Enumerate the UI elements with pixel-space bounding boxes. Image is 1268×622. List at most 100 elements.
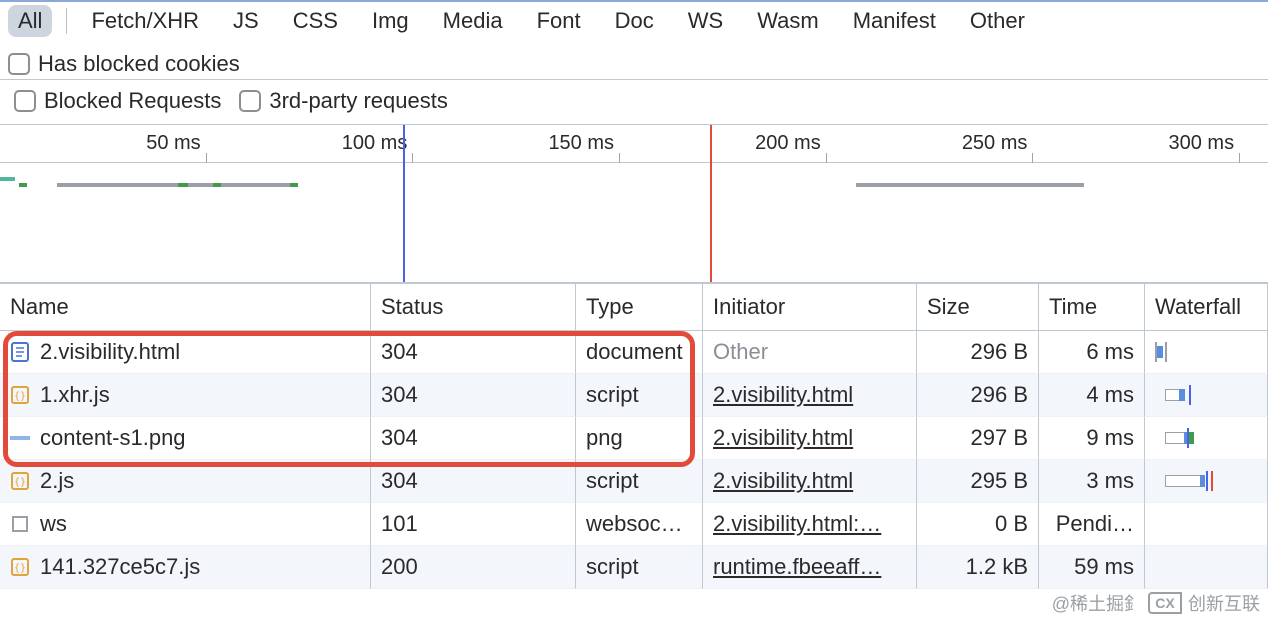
cell-time[interactable]: Pendi…	[1039, 503, 1145, 546]
watermark-left: @稀土掘釒	[1052, 590, 1142, 616]
tick-label: 200 ms	[755, 132, 821, 155]
tick-label: 100 ms	[342, 132, 408, 155]
cell-waterfall[interactable]	[1145, 546, 1268, 589]
col-header-initiator[interactable]: Initiator	[703, 283, 917, 331]
cell-time[interactable]: 3 ms	[1039, 460, 1145, 503]
cell-type[interactable]: script	[576, 460, 703, 503]
cell-status[interactable]: 200	[371, 546, 576, 589]
cell-initiator[interactable]: Other	[703, 331, 917, 374]
cell-type[interactable]: script	[576, 546, 703, 589]
cell-size[interactable]: 296 B	[917, 374, 1039, 417]
checkbox-icon	[14, 90, 36, 112]
cell-size[interactable]: 297 B	[917, 417, 1039, 460]
cell-waterfall[interactable]	[1145, 503, 1268, 546]
cell-name[interactable]: {} 2.js	[0, 460, 371, 503]
col-header-time[interactable]: Time	[1039, 283, 1145, 331]
cell-size[interactable]: 1.2 kB	[917, 546, 1039, 589]
col-header-type[interactable]: Type	[576, 283, 703, 331]
script-icon: {}	[10, 556, 30, 578]
cell-size[interactable]: 295 B	[917, 460, 1039, 503]
cell-name[interactable]: {} 1.xhr.js	[0, 374, 371, 417]
cell-waterfall[interactable]	[1145, 374, 1268, 417]
cell-status[interactable]: 304	[371, 417, 576, 460]
initiator-link[interactable]: 2.visibility.html	[713, 468, 853, 494]
timeline-bars	[0, 163, 1268, 283]
cell-initiator[interactable]: 2.visibility.html:…	[703, 503, 917, 546]
network-table-container: Name Status Type Initiator Size Time Wat…	[0, 283, 1268, 589]
watermark-brand: 创新互联	[1188, 590, 1260, 616]
filter-type-ws[interactable]: WS	[678, 5, 733, 37]
filter-type-fetchxhr[interactable]: Fetch/XHR	[81, 5, 209, 37]
cell-initiator[interactable]: 2.visibility.html	[703, 374, 917, 417]
col-header-size[interactable]: Size	[917, 283, 1039, 331]
has-blocked-cookies-checkbox[interactable]: Has blocked cookies	[8, 51, 240, 77]
filter-type-font[interactable]: Font	[527, 5, 591, 37]
col-header-name[interactable]: Name	[0, 283, 371, 331]
cell-waterfall[interactable]	[1145, 331, 1268, 374]
cell-status[interactable]: 304	[371, 460, 576, 503]
svg-text:{}: {}	[14, 563, 26, 574]
cell-type[interactable]: websoc…	[576, 503, 703, 546]
document-icon	[10, 341, 30, 363]
cell-initiator[interactable]: runtime.fbeeaff…	[703, 546, 917, 589]
cell-size[interactable]: 296 B	[917, 331, 1039, 374]
cell-type[interactable]: document	[576, 331, 703, 374]
cell-waterfall[interactable]	[1145, 460, 1268, 503]
cell-status[interactable]: 304	[371, 331, 576, 374]
generic-icon	[10, 513, 30, 535]
cell-status[interactable]: 304	[371, 374, 576, 417]
cell-name[interactable]: ws	[0, 503, 371, 546]
cell-status[interactable]: 101	[371, 503, 576, 546]
cell-time[interactable]: 4 ms	[1039, 374, 1145, 417]
third-party-label: 3rd-party requests	[269, 88, 448, 114]
filter-type-other[interactable]: Other	[960, 5, 1035, 37]
watermark: @稀土掘釒 CX 创新互联	[1052, 590, 1260, 616]
cell-name[interactable]: 2.visibility.html	[0, 331, 371, 374]
has-blocked-cookies-label: Has blocked cookies	[38, 51, 240, 77]
cell-time[interactable]: 6 ms	[1039, 331, 1145, 374]
tick-label: 250 ms	[962, 132, 1028, 155]
cell-time[interactable]: 9 ms	[1039, 417, 1145, 460]
cell-name[interactable]: {} 141.327ce5c7.js	[0, 546, 371, 589]
script-icon: {}	[10, 470, 30, 492]
blocked-requests-checkbox[interactable]: Blocked Requests	[14, 88, 221, 114]
initiator-link[interactable]: runtime.fbeeaff…	[713, 554, 881, 580]
cell-size[interactable]: 0 B	[917, 503, 1039, 546]
cell-type[interactable]: png	[576, 417, 703, 460]
svg-text:{}: {}	[14, 391, 26, 402]
name-text: content-s1.png	[40, 425, 186, 451]
col-header-waterfall[interactable]: Waterfall	[1145, 283, 1268, 331]
cell-name[interactable]: content-s1.png	[0, 417, 371, 460]
cell-time[interactable]: 59 ms	[1039, 546, 1145, 589]
filter-type-all[interactable]: All	[8, 5, 52, 37]
timeline-ruler: 50 ms 100 ms 150 ms 200 ms 250 ms 300 ms	[0, 125, 1268, 163]
name-text: 2.visibility.html	[40, 339, 180, 365]
timeline-overview[interactable]: 50 ms 100 ms 150 ms 200 ms 250 ms 300 ms	[0, 125, 1268, 283]
tick-label: 50 ms	[146, 132, 200, 155]
checkbox-icon	[239, 90, 261, 112]
filter-type-js[interactable]: JS	[223, 5, 269, 37]
checkbox-icon	[8, 53, 30, 75]
name-text: 1.xhr.js	[40, 382, 110, 408]
cell-initiator[interactable]: 2.visibility.html	[703, 417, 917, 460]
cell-type[interactable]: script	[576, 374, 703, 417]
blocked-requests-label: Blocked Requests	[44, 88, 221, 114]
initiator-text: Other	[713, 339, 768, 365]
filter-type-doc[interactable]: Doc	[605, 5, 664, 37]
initiator-link[interactable]: 2.visibility.html	[713, 425, 853, 451]
cell-initiator[interactable]: 2.visibility.html	[703, 460, 917, 503]
svg-text:{}: {}	[14, 477, 26, 488]
filter-type-manifest[interactable]: Manifest	[843, 5, 946, 37]
filter-type-wasm[interactable]: Wasm	[747, 5, 829, 37]
initiator-link[interactable]: 2.visibility.html	[713, 382, 853, 408]
filter-type-css[interactable]: CSS	[283, 5, 348, 37]
script-icon: {}	[10, 384, 30, 406]
network-table: Name Status Type Initiator Size Time Wat…	[0, 283, 1268, 589]
third-party-checkbox[interactable]: 3rd-party requests	[239, 88, 448, 114]
cell-waterfall[interactable]	[1145, 417, 1268, 460]
filter-type-media[interactable]: Media	[433, 5, 513, 37]
initiator-link[interactable]: 2.visibility.html:…	[713, 511, 881, 537]
filter-type-img[interactable]: Img	[362, 5, 419, 37]
tick-label: 150 ms	[548, 132, 614, 155]
col-header-status[interactable]: Status	[371, 283, 576, 331]
